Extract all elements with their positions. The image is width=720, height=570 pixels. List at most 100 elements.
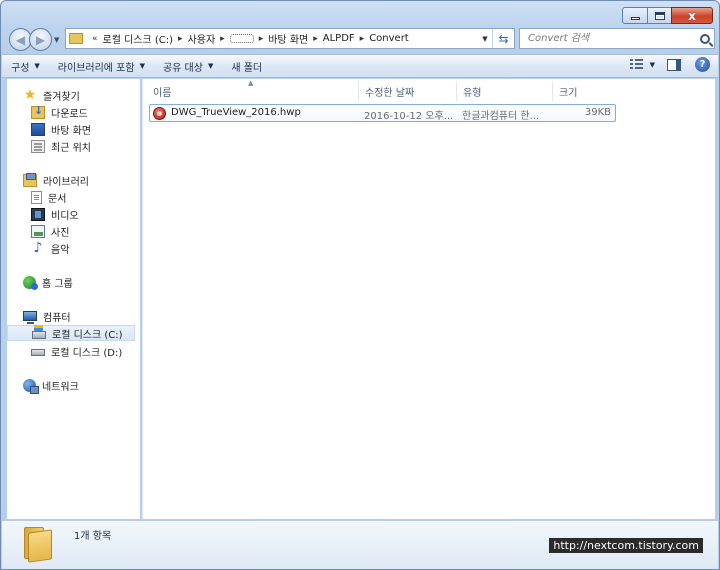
minimize-icon <box>630 17 640 20</box>
minimize-button[interactable] <box>622 7 648 24</box>
recent-pages-dropdown[interactable]: ▼ <box>54 28 64 51</box>
sidebar-libraries-label: 라이브러리 <box>43 176 89 188</box>
command-bar: 구성 ▼ 라이브러리에 포함 ▼ 공유 대상 ▼ 새 폴더 ▼ ? <box>2 54 718 78</box>
sidebar-item-label: 최근 위치 <box>51 142 91 154</box>
sidebar-item-documents[interactable]: 문서 <box>31 189 133 205</box>
command-bar-right: ▼ ? <box>629 57 710 72</box>
breadcrumb-separator[interactable]: ▸ <box>178 34 183 44</box>
refresh-button[interactable]: ⇆ <box>492 29 514 48</box>
sidebar-item-desktop[interactable]: 바탕 화면 <box>31 121 133 137</box>
address-overflow[interactable]: « <box>92 34 98 44</box>
sidebar-computer[interactable]: 컴퓨터 <box>23 308 133 324</box>
change-view-icon[interactable] <box>629 59 644 70</box>
breadcrumb-separator[interactable]: ▸ <box>360 34 365 44</box>
chevron-down-icon: ▼ <box>482 34 488 43</box>
column-header-name[interactable]: 이름 <box>147 81 359 101</box>
sidebar-item-label: 다운로드 <box>51 108 88 120</box>
sidebar-item-music[interactable]: ♪ 음악 <box>31 240 133 256</box>
sidebar-network[interactable]: 네트워크 <box>23 377 133 394</box>
help-button[interactable]: ? <box>695 57 710 72</box>
preview-pane-icon[interactable] <box>667 58 681 71</box>
sidebar-item-videos[interactable]: 비디오 <box>31 206 133 222</box>
drive-c-icon <box>32 325 46 339</box>
breadcrumb-separator[interactable]: ▸ <box>313 34 318 44</box>
sidebar-libraries[interactable]: 라이브러리 <box>23 172 133 188</box>
music-icon: ♪ <box>33 239 43 256</box>
column-header-size[interactable]: 크기 <box>553 81 615 101</box>
organize-button[interactable]: 구성 ▼ <box>2 55 49 77</box>
forward-arrow-icon: ▶ <box>35 32 46 47</box>
breadcrumb-convert[interactable]: Convert <box>369 33 409 44</box>
address-folder-icon <box>69 33 83 44</box>
search-icon[interactable] <box>700 33 710 44</box>
sidebar-item-local-disk-c[interactable]: 로컬 디스크 (C:) <box>7 325 135 341</box>
new-folder-button[interactable]: 새 폴더 <box>222 55 271 77</box>
file-date-modified: 2016-10-12 오후... <box>364 111 454 122</box>
breadcrumb-alpdf[interactable]: ALPDF <box>323 33 355 44</box>
column-header-type[interactable]: 유형 <box>457 81 553 101</box>
videos-icon <box>31 207 45 221</box>
content-right-margin <box>707 79 715 519</box>
download-folder-icon <box>31 104 45 119</box>
file-row[interactable]: DWG_TrueView_2016.hwp 2016-10-12 오후... 한… <box>149 104 616 122</box>
caption-buttons: x <box>622 7 713 24</box>
refresh-icon: ⇆ <box>498 31 509 46</box>
hwp-file-icon <box>153 106 166 120</box>
sidebar-item-label: 사진 <box>51 227 70 239</box>
sidebar-item-label: 로컬 디스크 (D:) <box>51 347 123 359</box>
address-actions: ▼ ⇆ <box>478 29 514 48</box>
star-icon: ★ <box>23 86 37 103</box>
column-header-date-modified[interactable]: 수정한 날짜 <box>359 81 457 101</box>
share-with-button[interactable]: 공유 대상 ▼ <box>154 55 222 77</box>
breadcrumb-separator[interactable]: ▸ <box>259 34 264 44</box>
chevron-down-icon: ▼ <box>139 62 145 70</box>
sidebar-favorites-label: 즐겨찾기 <box>43 91 80 103</box>
sidebar-homegroup[interactable]: 홈 그룹 <box>23 274 133 290</box>
forward-button[interactable]: ▶ <box>29 28 52 51</box>
sidebar-item-label: 음악 <box>51 244 70 256</box>
sidebar-item-pictures[interactable]: 사진 <box>31 223 133 239</box>
network-icon <box>23 378 39 394</box>
sidebar-item-downloads[interactable]: 다운로드 <box>31 104 133 120</box>
search-box[interactable] <box>519 28 715 49</box>
file-list[interactable]: ▲ 이름 수정한 날짜 유형 크기 DWG_TrueView_2016.hwp … <box>142 79 707 519</box>
sidebar-favorites[interactable]: ★ 즐겨찾기 <box>23 87 133 103</box>
sidebar-item-label: 바탕 화면 <box>51 125 91 137</box>
column-header-label: 유형 <box>463 87 482 99</box>
column-header-label: 이름 <box>153 87 172 99</box>
breadcrumb-local-disk-c[interactable]: 로컬 디스크 (C:) <box>103 31 174 46</box>
homegroup-icon <box>23 275 38 290</box>
breadcrumb-desktop[interactable]: 바탕 화면 <box>268 31 308 46</box>
breadcrumb-users[interactable]: 사용자 <box>188 31 216 46</box>
file-size: 39KB <box>584 107 611 118</box>
documents-icon <box>31 190 42 204</box>
include-in-library-button[interactable]: 라이브러리에 포함 ▼ <box>49 55 154 77</box>
address-bar[interactable]: « 로컬 디스크 (C:) ▸ 사용자 ▸ ▸ 바탕 화면 ▸ ALPDF ▸ … <box>65 28 515 49</box>
explorer-window: x ◀ ▶ ▼ « 로컬 디스크 (C:) ▸ 사용자 ▸ ▸ 바탕 화면 ▸ … <box>0 0 720 570</box>
view-options-dropdown[interactable]: ▼ <box>650 61 655 69</box>
computer-icon <box>23 311 37 324</box>
recent-places-icon <box>31 139 45 153</box>
details-pane: 1개 항목 http://nextcom.tistory.com <box>2 520 718 569</box>
new-folder-label: 새 폴더 <box>231 62 263 74</box>
navigation-pane: ★ 즐겨찾기 다운로드 바탕 화면 최근 위치 라이브러리 문서 비디오 <box>7 79 140 519</box>
include-library-label: 라이브러리에 포함 <box>57 62 135 74</box>
item-count: 1개 항목 <box>74 531 112 542</box>
sidebar-item-local-disk-d[interactable]: 로컬 디스크 (D:) <box>31 343 133 359</box>
sidebar-item-recent-places[interactable]: 최근 위치 <box>31 138 133 154</box>
desktop-icon <box>31 122 45 136</box>
column-header-label: 수정한 날짜 <box>365 87 415 99</box>
sidebar-computer-label: 컴퓨터 <box>43 312 71 324</box>
sidebar-item-label: 로컬 디스크 (C:) <box>52 329 123 341</box>
breadcrumb-username-redacted[interactable] <box>229 34 254 43</box>
search-input[interactable] <box>526 32 686 45</box>
close-icon: x <box>688 8 696 23</box>
sidebar-item-label: 비디오 <box>51 210 79 222</box>
address-history-dropdown[interactable]: ▼ <box>478 35 492 43</box>
maximize-button[interactable] <box>647 7 672 24</box>
library-icon <box>23 172 37 187</box>
close-button[interactable]: x <box>671 7 713 24</box>
breadcrumb-separator[interactable]: ▸ <box>220 34 225 44</box>
maximize-icon <box>654 11 665 20</box>
file-type: 한글과컴퓨터 한... <box>462 111 540 122</box>
